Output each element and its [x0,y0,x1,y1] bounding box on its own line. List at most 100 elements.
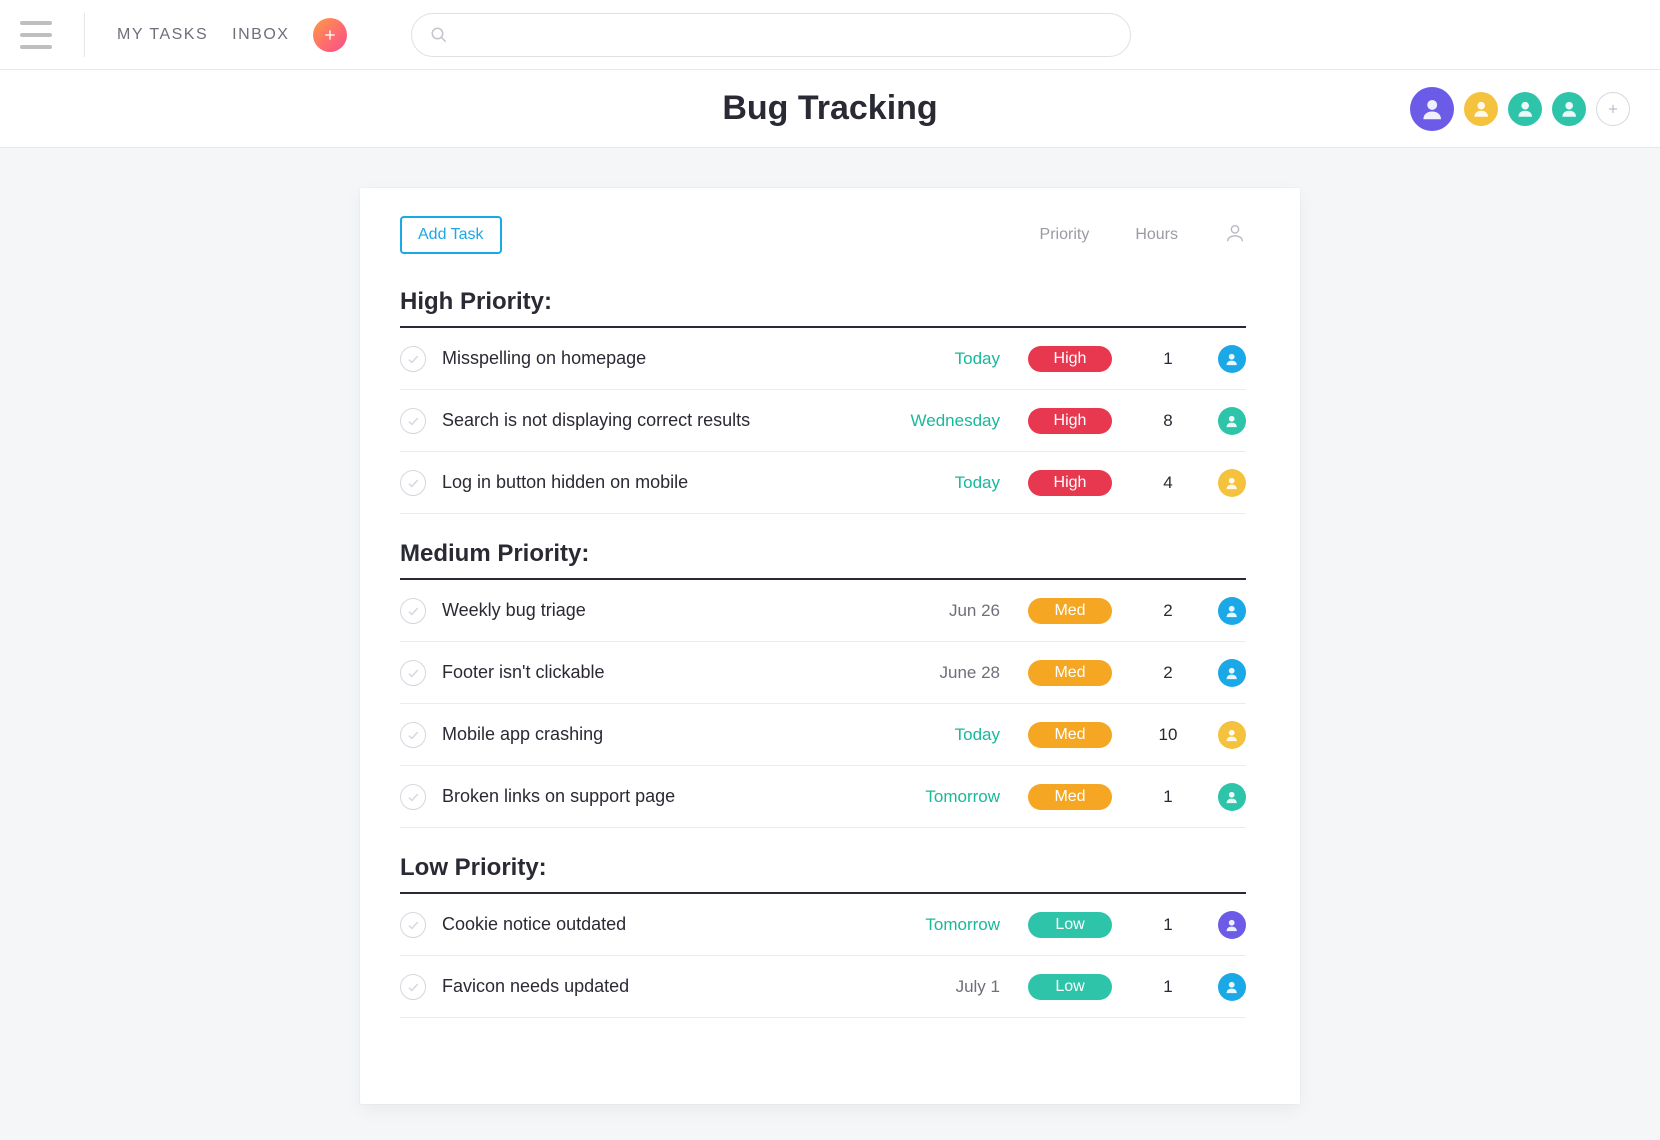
task-row[interactable]: Broken links on support pageTomorrowMed1 [400,766,1246,828]
task-row[interactable]: Cookie notice outdatedTomorrow Low 1 [400,894,1246,956]
task-priority: Med [1000,784,1140,810]
priority-pill: High [1028,470,1112,496]
task-title: Mobile app crashing [442,724,870,745]
member-avatar[interactable] [1464,92,1498,126]
col-hours-label: Hours [1135,226,1178,244]
task-hours: 1 [1140,977,1196,997]
task-row[interactable]: Log in button hidden on mobileTodayHigh4 [400,452,1246,514]
task-priority: High [1000,346,1140,372]
task-assignee[interactable] [1196,407,1246,435]
assignee-icon [1224,222,1246,249]
task-row[interactable]: Weekly bug triageJun 26Med2 [400,580,1246,642]
task-date: Tomorrow [870,915,1000,935]
assignee-avatar [1218,783,1246,811]
assignee-avatar [1218,469,1246,497]
member-avatar[interactable] [1410,87,1454,131]
assignee-avatar [1218,345,1246,373]
task-assignee[interactable] [1196,659,1246,687]
task-title: Search is not displaying correct results [442,410,870,431]
task-row[interactable]: Footer isn't clickableJune 28Med2 [400,642,1246,704]
section: High Priority:Misspelling on homepageTod… [400,288,1246,514]
task-priority: High [1000,408,1140,434]
task-assignee[interactable] [1196,911,1246,939]
task-assignee[interactable] [1196,783,1246,811]
task-assignee[interactable] [1196,469,1246,497]
section-title: Low Priority: [400,854,1246,894]
assignee-avatar [1218,659,1246,687]
task-hours: 2 [1140,601,1196,621]
task-date: Tomorrow [870,787,1000,807]
complete-checkbox[interactable] [400,598,426,624]
task-row[interactable]: Misspelling on homepageTodayHigh1 [400,328,1246,390]
task-card: Add Task Priority Hours High Priority:Mi… [360,188,1300,1104]
assignee-avatar [1218,973,1246,1001]
card-header: Add Task Priority Hours [400,216,1246,254]
complete-checkbox[interactable] [400,470,426,496]
task-assignee[interactable] [1196,721,1246,749]
priority-pill: Low [1028,912,1112,938]
task-hours: 2 [1140,663,1196,683]
complete-checkbox[interactable] [400,722,426,748]
assignee-avatar [1218,597,1246,625]
task-title: Favicon needs updated [442,976,870,997]
workspace: Add Task Priority Hours High Priority:Mi… [0,148,1660,1140]
task-title: Footer isn't clickable [442,662,870,683]
add-task-button[interactable]: Add Task [400,216,502,254]
task-title: Broken links on support page [442,786,870,807]
task-hours: 10 [1140,725,1196,745]
task-assignee[interactable] [1196,973,1246,1001]
section: Medium Priority:Weekly bug triageJun 26M… [400,540,1246,828]
task-date: Wednesday [870,411,1000,431]
menu-icon[interactable] [20,21,52,49]
assignee-avatar [1218,407,1246,435]
priority-pill: High [1028,346,1112,372]
task-priority: Low [1000,974,1140,1000]
task-title: Log in button hidden on mobile [442,472,870,493]
member-avatar[interactable] [1508,92,1542,126]
nav-inbox[interactable]: INBOX [232,26,289,44]
complete-checkbox[interactable] [400,346,426,372]
task-priority: Low [1000,912,1140,938]
search-icon [430,26,448,44]
task-row[interactable]: Search is not displaying correct results… [400,390,1246,452]
task-priority: Med [1000,598,1140,624]
page-title: Bug Tracking [722,89,937,128]
member-avatar[interactable] [1552,92,1586,126]
col-priority-label: Priority [1040,226,1090,244]
task-row[interactable]: Favicon needs updatedJuly 1 Low 1 [400,956,1246,1018]
task-hours: 8 [1140,411,1196,431]
task-hours: 1 [1140,349,1196,369]
priority-pill: Low [1028,974,1112,1000]
task-assignee[interactable] [1196,345,1246,373]
complete-checkbox[interactable] [400,784,426,810]
section-title: Medium Priority: [400,540,1246,580]
assignee-avatar [1218,911,1246,939]
global-add-button[interactable] [313,18,347,52]
task-title: Cookie notice outdated [442,914,870,935]
search-box[interactable] [411,13,1131,57]
priority-pill: Med [1028,722,1112,748]
add-member-button[interactable] [1596,92,1630,126]
section: Low Priority:Cookie notice outdatedTomor… [400,854,1246,1018]
task-hours: 1 [1140,915,1196,935]
search-input[interactable] [460,26,1112,43]
task-date: July 1 [870,977,1000,997]
task-priority: Med [1000,722,1140,748]
task-row[interactable]: Mobile app crashingToday Med 10 [400,704,1246,766]
plus-icon [322,27,338,43]
section-title: High Priority: [400,288,1246,328]
task-date: Today [870,473,1000,493]
task-date: Today [870,725,1000,745]
column-labels: Priority Hours [1040,222,1246,249]
priority-pill: Med [1028,598,1112,624]
priority-pill: Med [1028,660,1112,686]
complete-checkbox[interactable] [400,912,426,938]
titlebar: Bug Tracking [0,70,1660,148]
project-members [1410,87,1630,131]
assignee-avatar [1218,721,1246,749]
complete-checkbox[interactable] [400,408,426,434]
complete-checkbox[interactable] [400,660,426,686]
task-assignee[interactable] [1196,597,1246,625]
nav-my-tasks[interactable]: MY TASKS [117,26,208,44]
complete-checkbox[interactable] [400,974,426,1000]
